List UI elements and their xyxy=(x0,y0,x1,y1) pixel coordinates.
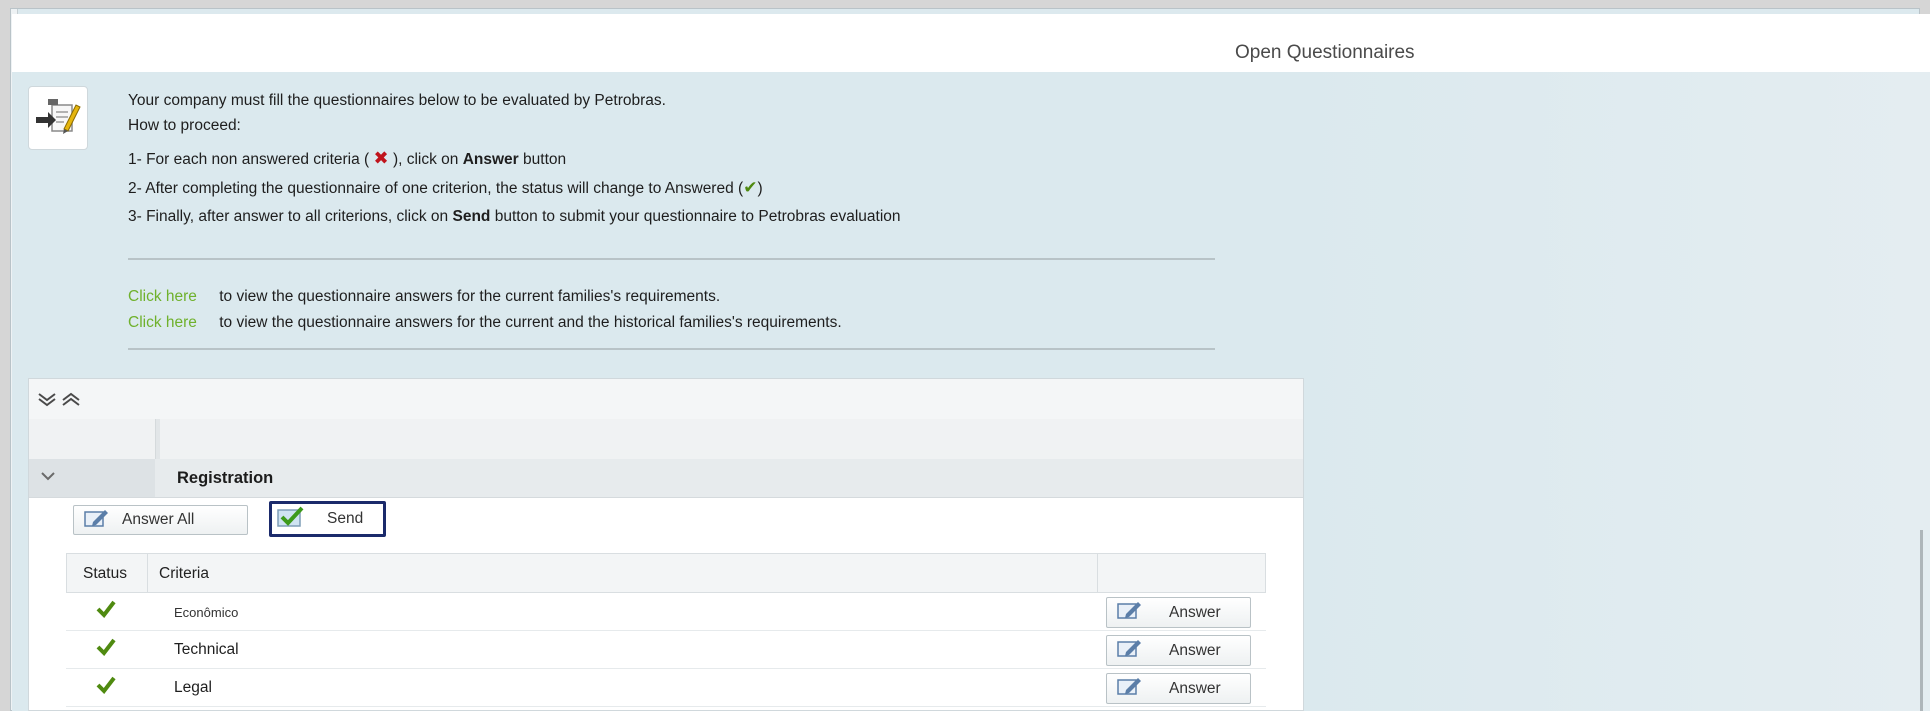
criteria-name: Econômico xyxy=(174,605,239,620)
edit-pencil-icon xyxy=(1117,638,1143,663)
column-status: Status xyxy=(83,565,127,582)
step1-prefix: 1- For each non answered criteria ( xyxy=(128,151,370,168)
table-row: Technical Answer xyxy=(66,631,1266,669)
intro-line-1: Your company must fill the questionnaire… xyxy=(128,92,666,109)
criteria-name: Legal xyxy=(174,679,212,696)
send-label: Send xyxy=(327,510,364,527)
edit-pencil-icon xyxy=(84,508,110,533)
answer-all-button[interactable]: Answer All xyxy=(73,505,248,535)
send-button[interactable]: Send xyxy=(273,504,383,534)
step1-mid: ), click on xyxy=(392,151,459,168)
intro-step-2: 2- After completing the questionnaire of… xyxy=(128,178,763,198)
intro-step-1: 1- For each non answered criteria ( ✖ ),… xyxy=(128,148,566,169)
link-description-historical: to view the questionnaire answers for th… xyxy=(219,314,842,331)
column-criteria: Criteria xyxy=(159,565,209,582)
intro-step-3: 3- Finally, after answer to all criterio… xyxy=(128,208,901,226)
answer-button[interactable]: Answer xyxy=(1106,635,1251,666)
grid-header-row xyxy=(29,419,1303,460)
answer-label: Answer xyxy=(1169,679,1221,697)
green-check-icon: ✔ xyxy=(743,178,758,197)
click-here-historical-link[interactable]: Click here xyxy=(128,314,197,331)
page-title: Open Questionnaires xyxy=(1235,42,1415,63)
answer-button[interactable]: Answer xyxy=(1106,673,1251,704)
green-check-icon xyxy=(96,600,116,623)
table-row: Econômico Answer xyxy=(66,593,1266,631)
edit-pencil-icon xyxy=(1117,600,1143,625)
step1-bold: Answer xyxy=(462,151,519,168)
step3-suffix: button to submit your questionnaire to P… xyxy=(494,208,901,225)
divider-bottom xyxy=(128,348,1215,350)
group-label: Registration xyxy=(177,469,274,487)
answer-label: Answer xyxy=(1169,603,1221,621)
criteria-name: Technical xyxy=(174,641,239,658)
step2-suffix: ) xyxy=(757,180,763,197)
group-row-registration[interactable]: Registration xyxy=(29,459,1303,498)
link-description-current: to view the questionnaire answers for th… xyxy=(219,288,721,305)
panel-toolbar xyxy=(29,379,1303,420)
edit-pencil-icon xyxy=(1117,676,1143,701)
column-separator xyxy=(155,419,160,459)
chevron-down-icon[interactable] xyxy=(41,471,55,481)
table-row: Legal Answer xyxy=(66,669,1266,707)
title-bar: Open Questionnaires xyxy=(12,14,1930,73)
answer-all-label: Answer All xyxy=(122,511,195,528)
expand-all-icon[interactable] xyxy=(37,391,57,407)
header-separator xyxy=(147,554,148,592)
click-here-current-link[interactable]: Click here xyxy=(128,288,197,305)
intro-line-2: How to proceed: xyxy=(128,117,241,134)
divider-top xyxy=(128,258,1215,260)
link-row-historical: Click here to view the questionnaire ans… xyxy=(128,314,842,332)
step2-prefix: 2- After completing the questionnaire of… xyxy=(128,180,744,197)
right-pane xyxy=(1304,72,1930,711)
criteria-table-header: Status Criteria xyxy=(66,553,1266,593)
questionnaire-edit-icon xyxy=(28,86,88,150)
right-edge-separator xyxy=(1920,530,1923,711)
red-x-icon: ✖ xyxy=(373,148,389,168)
send-check-icon xyxy=(277,506,305,533)
green-check-icon xyxy=(96,638,116,661)
answer-label: Answer xyxy=(1169,641,1221,659)
step3-bold: Send xyxy=(452,208,491,225)
header-separator xyxy=(1097,554,1098,592)
answer-button[interactable]: Answer xyxy=(1106,597,1251,628)
link-row-current: Click here to view the questionnaire ans… xyxy=(128,288,720,306)
step3-prefix: 3- Finally, after answer to all criterio… xyxy=(128,208,449,225)
collapse-all-icon[interactable] xyxy=(61,391,81,407)
step1-suffix: button xyxy=(523,151,567,168)
group-toggle[interactable] xyxy=(29,459,155,497)
green-check-icon xyxy=(96,676,116,699)
